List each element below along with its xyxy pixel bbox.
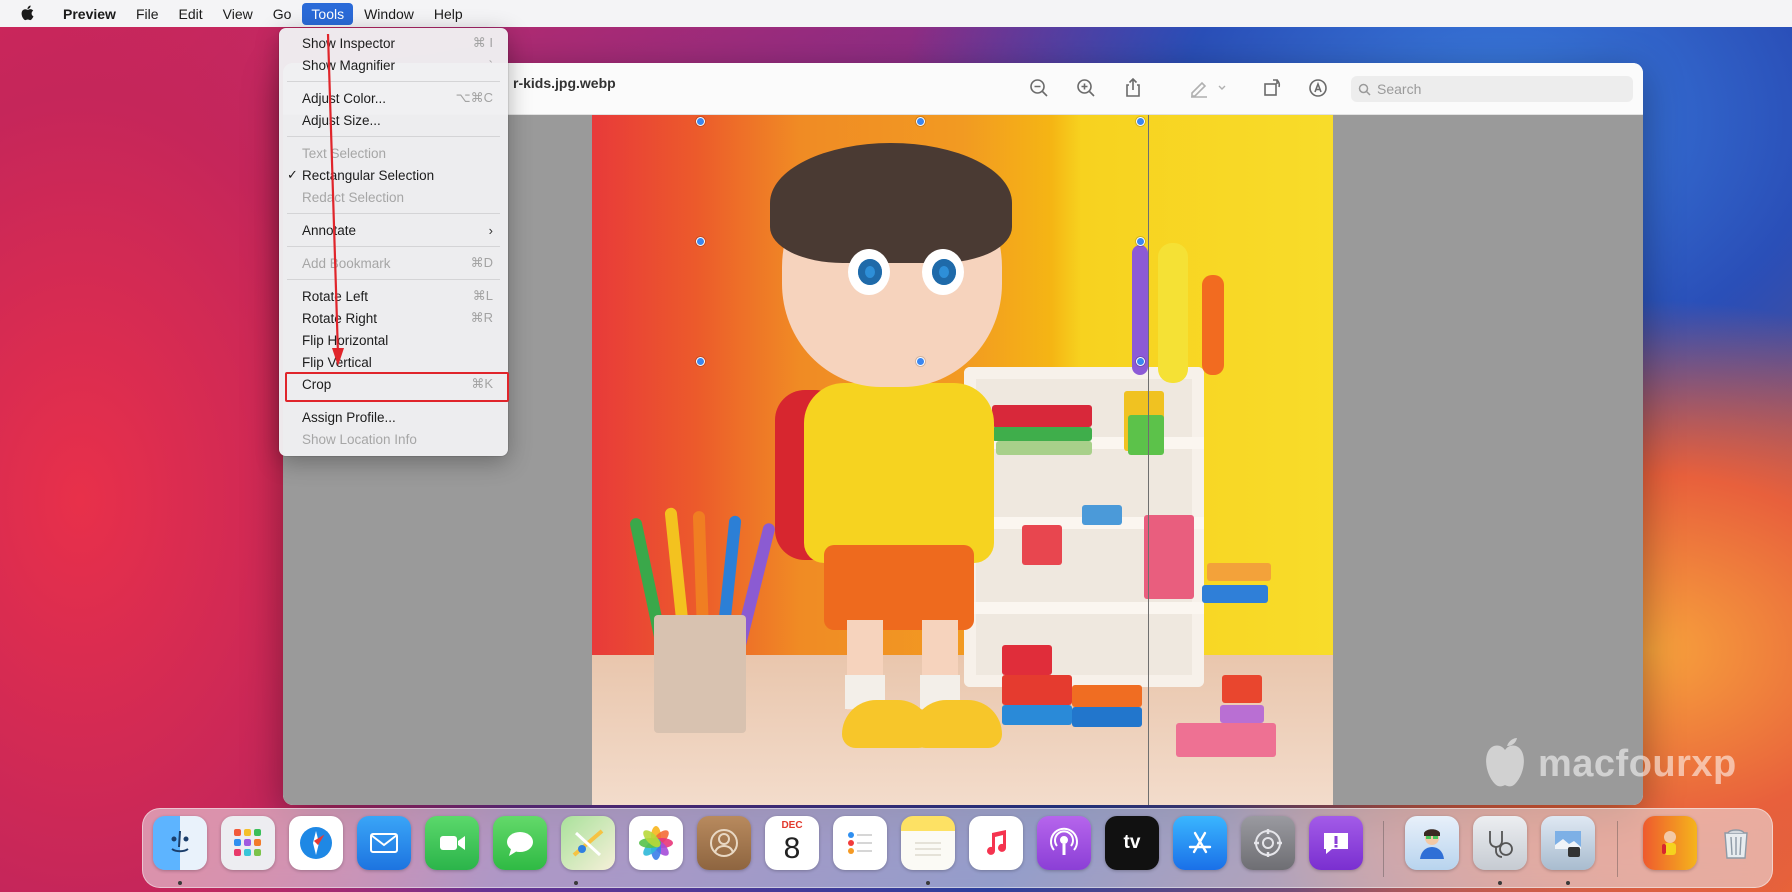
menu-window[interactable]: Window (355, 3, 423, 25)
selection-handle[interactable] (696, 237, 705, 246)
menu-item-text-selection: Text Selection (302, 145, 387, 161)
menu-edit[interactable]: Edit (170, 3, 212, 25)
disk-utility-icon[interactable] (1473, 816, 1527, 870)
messages-icon[interactable] (493, 816, 547, 870)
zoom-in-icon[interactable] (1075, 77, 1097, 99)
menu-item-rotate-left[interactable]: Rotate Left ⌘L (279, 285, 508, 307)
pencil-cup (654, 615, 746, 733)
menu-view[interactable]: View (214, 3, 262, 25)
menu-item-flip-horizontal[interactable]: Flip Horizontal (279, 329, 508, 351)
notes-icon[interactable] (901, 816, 955, 870)
running-indicator (1566, 881, 1570, 885)
search-placeholder: Search (1377, 81, 1422, 97)
apple-tv-icon[interactable]: tv (1105, 816, 1159, 870)
facetime-icon[interactable] (425, 816, 479, 870)
menu-file[interactable]: File (127, 3, 168, 25)
podcasts-icon[interactable] (1037, 816, 1091, 870)
menu-bar: Preview File Edit View Go Tools Window H… (0, 0, 1792, 27)
watermark-text: macfourxp (1538, 742, 1737, 785)
document-title[interactable]: r-kids.jpg.webp (513, 75, 616, 91)
dock-divider (1617, 821, 1618, 877)
system-preferences-icon[interactable] (1241, 816, 1295, 870)
menu-help[interactable]: Help (425, 3, 472, 25)
calendar-icon[interactable]: DEC 8 (765, 816, 819, 870)
doctor-app-icon[interactable] (1405, 816, 1459, 870)
running-indicator (178, 881, 182, 885)
safari-icon[interactable] (289, 816, 343, 870)
annotate-icon[interactable] (1307, 77, 1329, 99)
calendar-month: DEC (781, 820, 803, 831)
music-icon[interactable] (969, 816, 1023, 870)
menu-item-assign-profile[interactable]: Assign Profile... (279, 406, 508, 428)
chevron-down-icon[interactable] (1211, 77, 1226, 99)
launchpad-icon[interactable] (221, 816, 275, 870)
share-icon[interactable] (1122, 77, 1144, 99)
menu-item-show-location-info: Show Location Info (302, 431, 417, 447)
zoom-out-icon[interactable] (1028, 77, 1050, 99)
selection-handle[interactable] (1136, 117, 1145, 126)
menu-item-adjust-color[interactable]: Adjust Color... ⌥⌘C (279, 87, 508, 109)
menu-item-show-inspector[interactable]: Show Inspector ⌘ I (279, 32, 508, 54)
submenu-chevron-icon: › (488, 222, 493, 238)
menu-item-show-magnifier[interactable]: Show Magnifier ` (279, 54, 508, 76)
menu-item-rectangular-selection[interactable]: ✓ Rectangular Selection (279, 164, 508, 186)
crop-highlight-box (285, 372, 509, 402)
contacts-icon[interactable] (697, 816, 751, 870)
mail-icon[interactable] (357, 816, 411, 870)
search-field[interactable]: Search (1351, 76, 1633, 102)
preview-icon[interactable] (1541, 816, 1595, 870)
image-file-icon[interactable] (1643, 816, 1697, 870)
menu-item-annotate[interactable]: Annotate › (279, 219, 508, 241)
maps-icon[interactable] (561, 816, 615, 870)
markup-pen-icon[interactable] (1188, 77, 1210, 99)
selection-handle[interactable] (696, 117, 705, 126)
selection-handle[interactable] (916, 357, 925, 366)
menu-tools[interactable]: Tools (302, 2, 354, 25)
selection-edge-line (1148, 115, 1149, 805)
running-indicator (574, 881, 578, 885)
menu-item-rotate-right[interactable]: Rotate Right ⌘R (279, 307, 508, 329)
red-arrow-icon (326, 33, 344, 366)
menu-go[interactable]: Go (264, 3, 301, 25)
apple-menu-icon[interactable] (0, 2, 54, 26)
watermark: macfourxp (1480, 736, 1737, 792)
running-indicator (1498, 881, 1502, 885)
menu-app-name[interactable]: Preview (54, 3, 125, 25)
menu-item-add-bookmark: Add Bookmark ⌘D (302, 255, 493, 271)
kid-illustration-image[interactable] (592, 115, 1333, 805)
dock: DEC 8 tv (142, 808, 1773, 888)
reminders-icon[interactable] (833, 816, 887, 870)
app-store-icon[interactable] (1173, 816, 1227, 870)
menu-item-adjust-size[interactable]: Adjust Size... (279, 109, 508, 131)
trash-icon[interactable] (1709, 816, 1763, 870)
running-indicator (926, 881, 930, 885)
menu-item-flip-vertical[interactable]: Flip Vertical (279, 351, 508, 373)
search-icon (1351, 83, 1377, 96)
feedback-assistant-icon[interactable] (1309, 816, 1363, 870)
selection-handle[interactable] (1136, 357, 1145, 366)
watermark-logo-icon (1486, 738, 1524, 787)
checkmark-icon: ✓ (287, 167, 298, 182)
selection-handle[interactable] (696, 357, 705, 366)
finder-icon[interactable] (153, 816, 207, 870)
selection-handle[interactable] (916, 117, 925, 126)
calendar-day: 8 (783, 832, 801, 865)
selection-handle[interactable] (1136, 237, 1145, 246)
tv-label: tv (1123, 832, 1141, 853)
dock-divider (1383, 821, 1384, 877)
photos-icon[interactable] (629, 816, 683, 870)
menu-item-redact-selection: Redact Selection (302, 189, 405, 205)
rotate-icon[interactable] (1261, 77, 1283, 99)
